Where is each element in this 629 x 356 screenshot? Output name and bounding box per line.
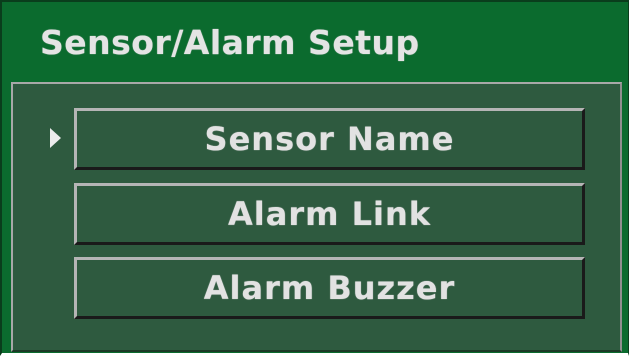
window-title: Sensor/Alarm Setup — [40, 23, 420, 62]
sensor-name-button[interactable]: Sensor Name — [74, 108, 585, 170]
sensor-name-label: Sensor Name — [204, 120, 455, 158]
selection-arrow-icon — [50, 128, 61, 148]
alarm-link-label: Alarm Link — [227, 195, 431, 233]
alarm-buzzer-label: Alarm Buzzer — [203, 269, 456, 307]
alarm-buzzer-button[interactable]: Alarm Buzzer — [74, 257, 585, 319]
alarm-link-button[interactable]: Alarm Link — [74, 183, 585, 245]
sensor-alarm-setup-window: Sensor/Alarm Setup Sensor Name Alarm Lin… — [0, 0, 629, 356]
